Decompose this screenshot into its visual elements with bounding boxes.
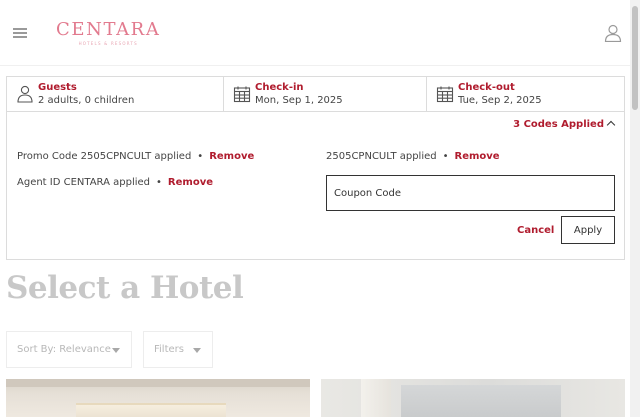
checkin-selector[interactable]: Check-in Mon, Sep 1, 2025	[223, 77, 426, 112]
applied-code-agent: Agent ID CENTARA applied • Remove	[17, 177, 213, 188]
calendar-icon	[436, 86, 454, 103]
menu-icon[interactable]	[13, 28, 27, 38]
user-account-icon[interactable]	[604, 24, 622, 42]
remove-agent-id-button[interactable]: Remove	[168, 177, 213, 188]
booking-summary-bar: Guests 2 adults, 0 children Check-in Mon…	[7, 77, 624, 112]
checkin-label: Check-in	[255, 82, 304, 93]
checkout-label: Check-out	[458, 82, 515, 93]
logo-tagline: HOTELS & RESORTS	[78, 41, 138, 46]
checkout-selector[interactable]: Check-out Tue, Sep 2, 2025	[426, 77, 624, 112]
remove-promo-code-button[interactable]: Remove	[209, 151, 254, 162]
guests-selector[interactable]: Guests 2 adults, 0 children	[7, 77, 223, 112]
cancel-button[interactable]: Cancel	[517, 225, 554, 236]
room-photo-wall	[6, 379, 310, 387]
sort-dropdown[interactable]: Sort By: Relevance	[6, 331, 132, 368]
remove-coupon-button[interactable]: Remove	[455, 151, 500, 162]
hotel-card-image[interactable]	[321, 379, 625, 417]
codes-applied-toggle[interactable]: 3 Codes Applied	[513, 119, 616, 130]
separator-dot: •	[197, 151, 204, 162]
logo[interactable]: CENTARA HOTELS & RESORTS	[56, 19, 161, 47]
chevron-up-icon	[606, 120, 616, 130]
logo-wordmark: CENTARA	[56, 19, 161, 40]
caret-down-icon	[193, 348, 201, 353]
hotel-card-image[interactable]	[6, 379, 310, 417]
separator-dot: •	[442, 151, 449, 162]
filters-label: Filters	[154, 344, 184, 355]
guests-label: Guests	[38, 82, 77, 93]
calendar-icon	[233, 86, 251, 103]
applied-code-promo: Promo Code 2505CPNCULT applied • Remove	[17, 151, 254, 162]
booking-panel: Guests 2 adults, 0 children Check-in Mon…	[6, 76, 625, 260]
room-photo-headboard	[76, 403, 226, 417]
apply-button[interactable]: Apply	[561, 216, 615, 244]
site-header: CENTARA HOTELS & RESORTS	[0, 0, 630, 66]
filters-dropdown[interactable]: Filters	[143, 331, 213, 368]
applied-code-text: 2505CPNCULT applied	[326, 151, 437, 162]
applied-code-coupon: 2505CPNCULT applied • Remove	[326, 151, 500, 162]
applied-code-text: Agent ID CENTARA applied	[17, 177, 151, 188]
codes-applied-label: 3 Codes Applied	[513, 119, 604, 130]
guests-value: 2 adults, 0 children	[38, 95, 135, 106]
page-scrollbar-thumb[interactable]	[632, 6, 638, 110]
sort-label: Sort By: Relevance	[17, 344, 111, 355]
person-icon	[17, 85, 33, 103]
caret-down-icon	[112, 348, 120, 353]
room-photo-window	[401, 385, 561, 417]
applied-code-text: Promo Code 2505CPNCULT applied	[17, 151, 192, 162]
room-photo-curtain	[361, 379, 391, 417]
coupon-code-input[interactable]	[326, 175, 615, 211]
checkin-date: Mon, Sep 1, 2025	[255, 95, 343, 106]
page-title: Select a Hotel	[6, 270, 244, 306]
checkout-date: Tue, Sep 2, 2025	[458, 95, 542, 106]
separator-dot: •	[156, 177, 162, 188]
